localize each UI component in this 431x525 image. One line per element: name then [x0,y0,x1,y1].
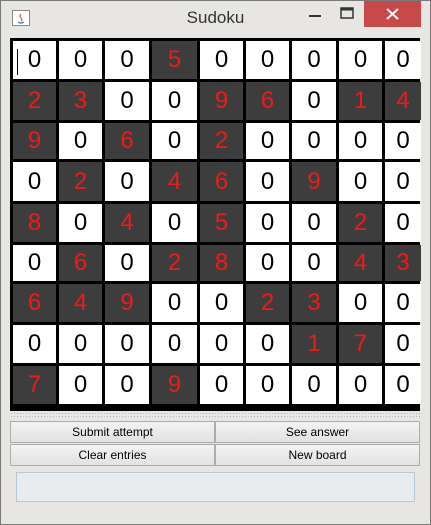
sudoku-cell-r3-c2[interactable]: 0 [59,123,102,159]
sudoku-cell-r5-c7[interactable]: 0 [292,204,336,242]
clear-entries-button[interactable]: Clear entries [10,444,215,466]
sudoku-cell-r3-c4[interactable]: 0 [152,123,197,159]
sudoku-cell-r2-c5: 9 [200,82,243,120]
sudoku-cell-r6-c4: 2 [152,245,197,281]
maximize-button[interactable] [331,1,363,27]
sudoku-cell-r7-c1: 6 [13,284,56,322]
sudoku-cell-r3-c1: 9 [13,123,56,159]
new-board-button[interactable]: New board [215,444,420,466]
sudoku-cell-r6-c7[interactable]: 0 [292,245,336,281]
sudoku-cell-r8-c8: 7 [339,325,382,363]
text-caret [17,49,18,75]
sudoku-cell-r7-c2: 4 [59,284,102,322]
sudoku-cell-r8-c5[interactable]: 0 [200,325,243,363]
sudoku-cell-r1-c9[interactable]: 0 [385,41,421,79]
close-button[interactable] [364,1,421,27]
sudoku-cell-r6-c2: 6 [59,245,102,281]
sudoku-cell-r6-c9: 3 [385,245,421,281]
minimize-button[interactable] [300,1,330,27]
sudoku-cell-r2-c8: 1 [339,82,382,120]
sudoku-cell-r9-c3[interactable]: 0 [105,366,149,404]
submit-attempt-button[interactable]: Submit attempt [10,421,215,443]
sudoku-cell-r8-c2[interactable]: 0 [59,325,102,363]
sudoku-cell-r5-c9[interactable]: 0 [385,204,421,242]
sudoku-cell-r4-c1[interactable]: 0 [13,162,56,201]
sudoku-cell-r8-c9[interactable]: 0 [385,325,421,363]
sudoku-cell-r8-c7: 1 [292,325,336,363]
sudoku-cell-r3-c8[interactable]: 0 [339,123,382,159]
sudoku-cell-r2-c1: 2 [13,82,56,120]
sudoku-cell-r5-c2[interactable]: 0 [59,204,102,242]
sudoku-cell-r1-c7[interactable]: 0 [292,41,336,79]
split-divider[interactable] [10,412,421,418]
sudoku-cell-r2-c3[interactable]: 0 [105,82,149,120]
sudoku-cell-r3-c3: 6 [105,123,149,159]
maximize-icon [340,7,354,19]
sudoku-cell-r6-c1[interactable]: 0 [13,245,56,281]
sudoku-cell-r2-c2: 3 [59,82,102,120]
sudoku-cell-r5-c3: 4 [105,204,149,242]
sudoku-cell-r3-c9[interactable]: 0 [385,123,421,159]
sudoku-cell-r4-c3[interactable]: 0 [105,162,149,201]
sudoku-cell-r8-c1[interactable]: 0 [13,325,56,363]
sudoku-cell-r7-c3: 9 [105,284,149,322]
sudoku-cell-r3-c6[interactable]: 0 [246,123,289,159]
sudoku-cell-r4-c4: 4 [152,162,197,201]
sudoku-cell-r7-c5[interactable]: 0 [200,284,243,322]
sudoku-cell-r4-c6[interactable]: 0 [246,162,289,201]
sudoku-cell-r5-c6[interactable]: 0 [246,204,289,242]
sudoku-cell-r7-c6: 2 [246,284,289,322]
status-field[interactable] [16,472,415,502]
sudoku-cell-r6-c3[interactable]: 0 [105,245,149,281]
minimize-icon [309,15,321,17]
sudoku-cell-r9-c5[interactable]: 0 [200,366,243,404]
sudoku-cell-r9-c4: 9 [152,366,197,404]
sudoku-cell-r8-c3[interactable]: 0 [105,325,149,363]
sudoku-cell-r5-c5: 5 [200,204,243,242]
sudoku-cell-r6-c8: 4 [339,245,382,281]
sudoku-cell-r9-c8[interactable]: 0 [339,366,382,404]
sudoku-cell-r6-c6[interactable]: 0 [246,245,289,281]
sudoku-cell-r1-c4: 5 [152,41,197,79]
title-bar[interactable]: Sudoku [1,1,430,35]
sudoku-board: 0005000002300960149060200000204609008040… [10,38,421,411]
sudoku-cell-r7-c4[interactable]: 0 [152,284,197,322]
sudoku-cell-r1-c8[interactable]: 0 [339,41,382,79]
sudoku-cell-r5-c4[interactable]: 0 [152,204,197,242]
sudoku-cell-r4-c8[interactable]: 0 [339,162,382,201]
sudoku-cell-r8-c6[interactable]: 0 [246,325,289,363]
sudoku-cell-r7-c7: 3 [292,284,336,322]
sudoku-cell-r7-c8[interactable]: 0 [339,284,382,322]
sudoku-cell-r4-c5: 6 [200,162,243,201]
sudoku-cell-r1-c2[interactable]: 0 [59,41,102,79]
sudoku-cell-r6-c5: 8 [200,245,243,281]
sudoku-cell-r4-c2: 2 [59,162,102,201]
sudoku-cell-r9-c6[interactable]: 0 [246,366,289,404]
close-icon [386,8,399,20]
sudoku-cell-r9-c9[interactable]: 0 [385,366,421,404]
sudoku-cell-r5-c8: 2 [339,204,382,242]
sudoku-cell-r9-c1: 7 [13,366,56,404]
sudoku-cell-r2-c7[interactable]: 0 [292,82,336,120]
sudoku-cell-r2-c9: 4 [385,82,421,120]
sudoku-cell-r2-c4[interactable]: 0 [152,82,197,120]
sudoku-cell-r8-c4[interactable]: 0 [152,325,197,363]
sudoku-cell-r3-c7[interactable]: 0 [292,123,336,159]
sudoku-cell-r1-c3[interactable]: 0 [105,41,149,79]
sudoku-cell-r1-c5[interactable]: 0 [200,41,243,79]
sudoku-cell-r2-c6: 6 [246,82,289,120]
sudoku-cell-r4-c9[interactable]: 0 [385,162,421,201]
sudoku-cell-r3-c5: 2 [200,123,243,159]
sudoku-cell-r9-c2[interactable]: 0 [59,366,102,404]
sudoku-window: Sudoku 000500000230096014906020000020460… [0,0,431,525]
sudoku-cell-r5-c1: 8 [13,204,56,242]
sudoku-cell-r1-c1[interactable]: 0 [13,41,56,79]
sudoku-cell-r1-c6[interactable]: 0 [246,41,289,79]
see-answer-button[interactable]: See answer [215,421,420,443]
sudoku-cell-r4-c7: 9 [292,162,336,201]
sudoku-cell-r9-c7[interactable]: 0 [292,366,336,404]
sudoku-cell-r7-c9[interactable]: 0 [385,284,421,322]
